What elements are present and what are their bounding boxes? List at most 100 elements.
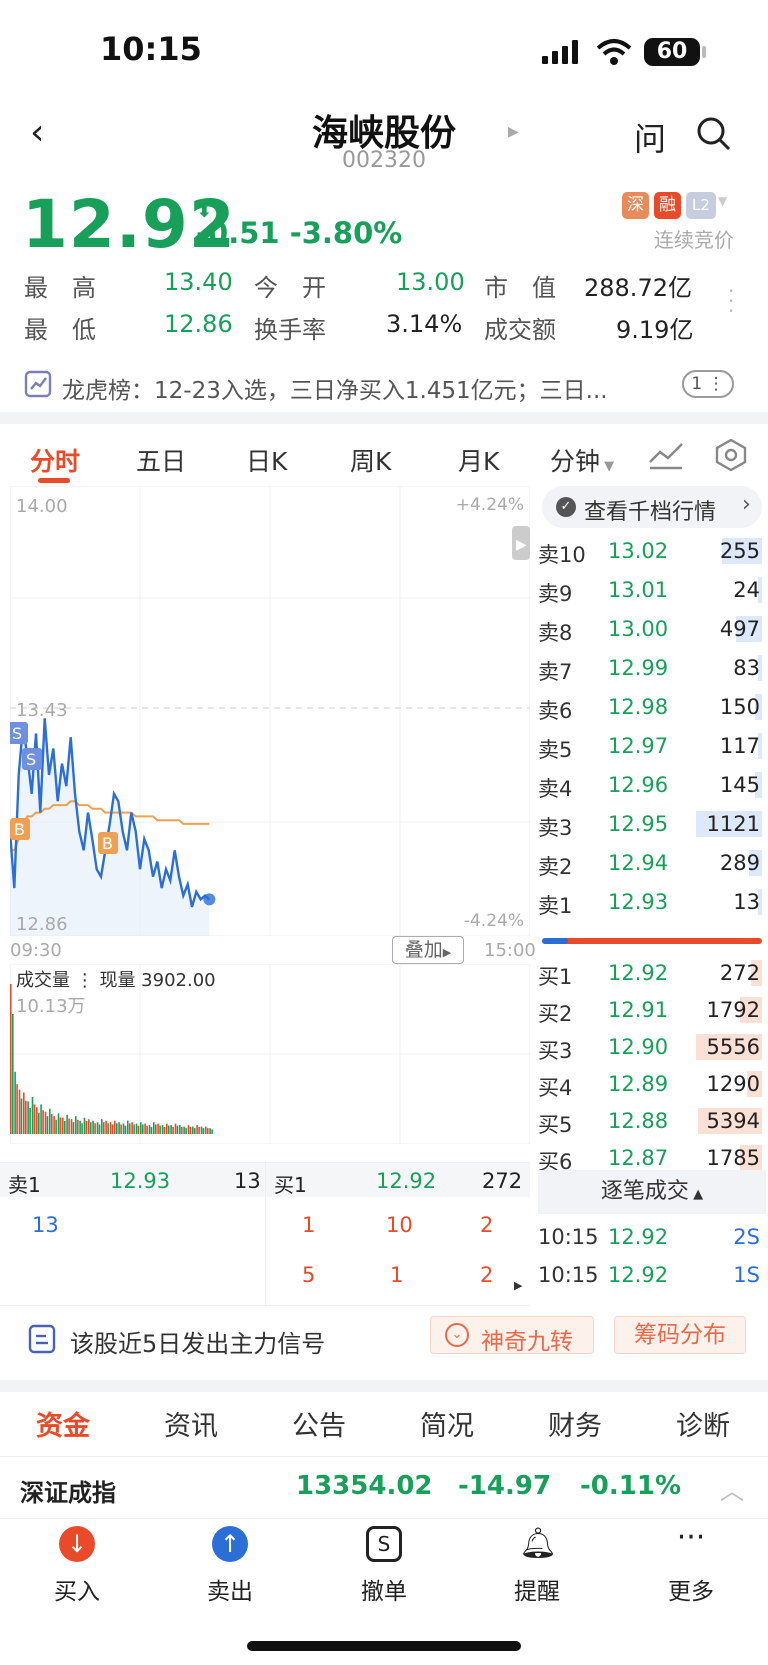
queue-bid-order: 2 xyxy=(480,1263,494,1287)
volume-bar xyxy=(133,1124,135,1134)
y-tick-mid: 13.43 xyxy=(16,700,68,721)
alert-button[interactable]: 🔔︎ 提醒 xyxy=(477,1526,597,1606)
dragon-count-badge[interactable]: 1 ⋮ xyxy=(682,370,734,398)
volume-bar xyxy=(129,1123,131,1134)
volume-bar xyxy=(55,1119,57,1134)
badge-shen: 深 xyxy=(622,192,649,219)
volume-bar xyxy=(157,1123,159,1134)
queue-bid-label: 买1 xyxy=(274,1173,307,1197)
switch-arrow-icon[interactable]: ▶ xyxy=(508,124,519,140)
sell-button[interactable]: ↑ 卖出 xyxy=(170,1526,290,1606)
tab-weekly-k[interactable]: 周K xyxy=(350,442,391,478)
tab-minute[interactable]: 分钟 ▼ xyxy=(550,442,614,478)
queue-ask-order: 13 xyxy=(32,1213,59,1237)
more-dots-icon[interactable]: · · · xyxy=(728,281,734,321)
tab-funds[interactable]: 资金 xyxy=(36,1404,90,1443)
volume-bar xyxy=(57,1113,60,1134)
chevron-down-icon[interactable]: ▼ xyxy=(718,194,727,208)
bid-row[interactable]: 买3 12.90 5556 xyxy=(538,1028,766,1066)
signal-bar[interactable]: 该股近5日发出主力信号 ⌄ 神奇九转 筹码分布 xyxy=(0,1302,768,1372)
volume-bar xyxy=(53,1116,55,1134)
order-label: 卖5 xyxy=(538,738,573,762)
order-label: 卖1 xyxy=(538,894,573,918)
ask-row[interactable]: 卖2 12.94 289 xyxy=(538,844,766,882)
volume-bar xyxy=(187,1125,190,1134)
ask-button[interactable]: 问 xyxy=(634,114,666,160)
ask-row[interactable]: 卖9 13.01 24 xyxy=(538,571,766,609)
chevron-right-icon: › xyxy=(742,492,751,517)
indicator-icon[interactable] xyxy=(648,440,684,470)
ask-row[interactable]: 卖10 13.02 255 xyxy=(538,532,766,570)
tab-daily-k[interactable]: 日K xyxy=(246,442,287,478)
volume-label: 成交量 ⋮ 现量 3902.00 xyxy=(16,970,216,991)
bid-row[interactable]: 买1 12.92 272 xyxy=(538,954,766,992)
order-vol: 1121 xyxy=(706,812,760,836)
nine-turn-button[interactable]: ⌄ 神奇九转 xyxy=(430,1316,594,1355)
queue-bid-order: 1 xyxy=(390,1263,404,1287)
index-value: 13354.02 xyxy=(296,1471,433,1501)
y-tick-bottom: 12.86 xyxy=(16,914,68,935)
volume-bar xyxy=(198,1126,200,1134)
tab-five-day[interactable]: 五日 xyxy=(136,442,186,478)
badge-l2: L2 xyxy=(686,192,716,219)
volume-bar xyxy=(51,1113,53,1134)
trades-header[interactable]: 逐笔成交 ▲ xyxy=(538,1170,766,1214)
ask-row[interactable]: 卖8 13.00 497 xyxy=(538,610,766,648)
bid-row[interactable]: 买2 12.91 1792 xyxy=(538,991,766,1029)
order-label: 卖6 xyxy=(538,699,573,723)
cancel-order-button[interactable]: S 撤单 xyxy=(324,1526,444,1606)
volume-bar xyxy=(70,1119,73,1134)
dragon-tiger-bar[interactable]: 龙虎榜：12-23入选，三日净买入1.451亿元；三日... 1 ⋮ xyxy=(0,356,768,412)
tab-intraday[interactable]: 分时 xyxy=(30,442,80,478)
order-label: 卖9 xyxy=(538,582,573,606)
tab-announcements[interactable]: 公告 xyxy=(292,1404,346,1443)
chip-distribution-button[interactable]: 筹码分布 xyxy=(614,1316,746,1354)
bid-row[interactable]: 买5 12.88 5394 xyxy=(538,1102,766,1140)
volume-bar xyxy=(23,1092,25,1134)
order-vol: 117 xyxy=(719,734,760,758)
sell-arrow-icon: ↑ xyxy=(212,1526,248,1562)
tab-monthly-k[interactable]: 月K xyxy=(458,442,499,478)
tab-profile[interactable]: 简况 xyxy=(420,1404,474,1443)
tab-finance[interactable]: 财务 xyxy=(548,1404,602,1443)
ask-row[interactable]: 卖1 12.93 13 xyxy=(538,883,766,921)
search-icon[interactable] xyxy=(696,116,732,152)
volume-bar xyxy=(103,1122,105,1134)
ask-row[interactable]: 卖6 12.98 150 xyxy=(538,688,766,726)
intraday-chart[interactable]: 14.00 13.43 12.86 +4.24% -4.24% ▶ S S B … xyxy=(10,486,530,936)
overlay-button[interactable]: 叠加▶ xyxy=(392,936,464,964)
ask-row[interactable]: 卖4 12.96 145 xyxy=(538,766,766,804)
volume-bar xyxy=(36,1107,38,1134)
ask-row[interactable]: 卖7 12.99 83 xyxy=(538,649,766,687)
volume-bar xyxy=(127,1120,129,1134)
tab-diagnosis[interactable]: 诊断 xyxy=(676,1404,730,1443)
order-vol: 13 xyxy=(733,890,760,914)
volume-bar xyxy=(189,1126,192,1134)
buy-button[interactable]: ↓ 买入 xyxy=(17,1526,137,1606)
index-ticker[interactable]: 深证成指 13354.02 -14.97 -0.11% ︿ xyxy=(0,1456,768,1518)
queue-bid-order: 1 xyxy=(302,1213,316,1237)
more-button[interactable]: ··· 更多 xyxy=(631,1523,751,1606)
queue-ask-label: 卖1 xyxy=(8,1173,41,1197)
volume-bar xyxy=(46,1116,49,1134)
volume-bar xyxy=(172,1126,174,1134)
y-tick-top: 14.00 xyxy=(16,496,68,517)
signal-text: 该股近5日发出主力信号 xyxy=(70,1330,326,1358)
bell-icon: 🔔︎ xyxy=(519,1526,558,1562)
chevron-up-icon[interactable]: ︿ xyxy=(720,1471,744,1506)
current-point-marker xyxy=(203,893,216,906)
high-label: 最 高 xyxy=(24,274,96,302)
depth-button[interactable]: ✓ 查看千档行情 › xyxy=(542,486,762,528)
volume-bar xyxy=(159,1125,161,1134)
ask-row[interactable]: 卖5 12.97 117 xyxy=(538,727,766,765)
volume-bar xyxy=(131,1122,133,1134)
volume-bar xyxy=(77,1119,79,1134)
volume-chart[interactable]: 成交量 ⋮ 现量 3902.00 10.13万 xyxy=(10,964,530,1144)
settings-hex-icon[interactable] xyxy=(714,438,748,472)
home-indicator xyxy=(247,1641,521,1651)
queue-more-icon[interactable]: ▶ xyxy=(514,1279,522,1292)
bid-row[interactable]: 买4 12.89 1290 xyxy=(538,1065,766,1103)
tab-news[interactable]: 资讯 xyxy=(164,1404,218,1443)
ask-row[interactable]: 卖3 12.95 1121 xyxy=(538,805,766,843)
order-label: 卖4 xyxy=(538,777,573,801)
